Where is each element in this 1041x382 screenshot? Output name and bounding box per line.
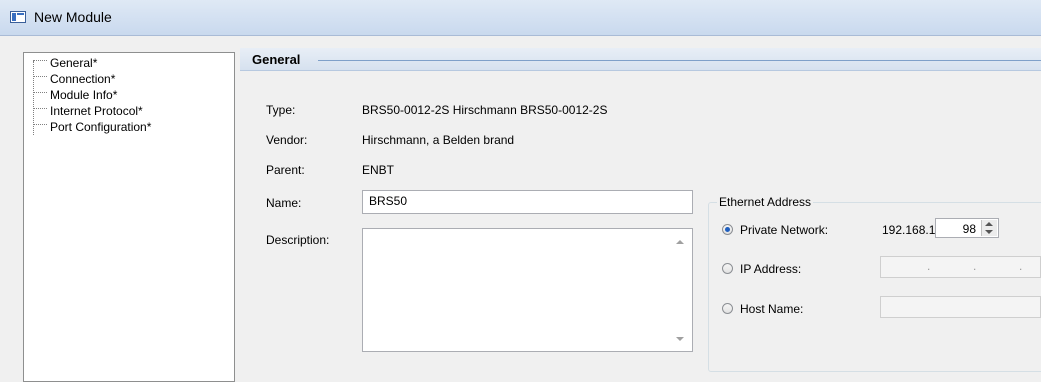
private-network-prefix: 192.168.1. (882, 223, 939, 237)
host-name-label: Host Name: (740, 302, 804, 316)
tree-item-general[interactable]: General* (33, 56, 97, 70)
ip-octet-separator: . (927, 259, 931, 273)
private-host-value: 98 (962, 222, 976, 236)
private-network-radio[interactable] (722, 224, 733, 235)
tree-item-label: Port Configuration* (50, 120, 152, 134)
host-name-radio[interactable] (722, 303, 733, 314)
scroll-up-arrow-icon[interactable] (676, 240, 684, 244)
tree-branch-line (33, 59, 47, 68)
tree-item-label: Internet Protocol* (50, 104, 143, 118)
private-network-label: Private Network: (740, 223, 829, 237)
name-input[interactable]: BRS50 (362, 190, 693, 214)
ip-octet-separator: . (973, 259, 977, 273)
ip-address-label: IP Address: (740, 262, 802, 276)
spin-down-icon[interactable] (985, 230, 993, 234)
ip-address-radio[interactable] (722, 263, 733, 274)
name-label: Name: (266, 196, 302, 210)
scroll-down-arrow-icon[interactable] (676, 337, 684, 341)
tree-item-internet-protocol[interactable]: Internet Protocol* (33, 104, 143, 118)
type-label: Type: (266, 103, 296, 117)
tree-branch-line (33, 75, 47, 84)
description-textarea[interactable] (362, 228, 693, 352)
tree-branch-line (33, 107, 47, 116)
tree-item-connection[interactable]: Connection* (33, 72, 115, 86)
spin-up-icon[interactable] (985, 222, 993, 226)
name-input-value: BRS50 (369, 194, 408, 208)
tree-branch-line (33, 91, 47, 100)
private-host-spinner[interactable]: 98 (935, 218, 999, 238)
section-title: General (252, 52, 301, 67)
type-value: BRS50-0012-2S Hirschmann BRS50-0012-2S (362, 103, 608, 117)
parent-label: Parent: (266, 163, 305, 177)
spinner-arrows-icon[interactable] (981, 220, 997, 236)
tree-branch-line (33, 123, 47, 132)
tree-item-label: General* (50, 56, 98, 70)
section-divider (318, 60, 1041, 61)
ip-address-input[interactable]: . . . (880, 256, 1041, 278)
title-bar: New Module (0, 0, 1041, 36)
tree-item-module-info[interactable]: Module Info* (33, 88, 117, 102)
tree-item-port-configuration[interactable]: Port Configuration* (33, 120, 151, 134)
host-name-input[interactable] (880, 296, 1041, 318)
parent-value: ENBT (362, 163, 395, 177)
category-tree[interactable]: General* Connection* Module Info* Intern… (23, 52, 235, 382)
ip-octet-separator: . (1019, 259, 1023, 273)
module-window-icon (10, 11, 26, 23)
tree-item-label: Connection* (50, 72, 116, 86)
tree-item-label: Module Info* (50, 88, 118, 102)
ethernet-address-title: Ethernet Address (717, 195, 814, 209)
vendor-label: Vendor: (266, 133, 308, 147)
vendor-value: Hirschmann, a Belden brand (362, 133, 515, 147)
description-label: Description: (266, 233, 330, 247)
window-title: New Module (34, 9, 112, 25)
